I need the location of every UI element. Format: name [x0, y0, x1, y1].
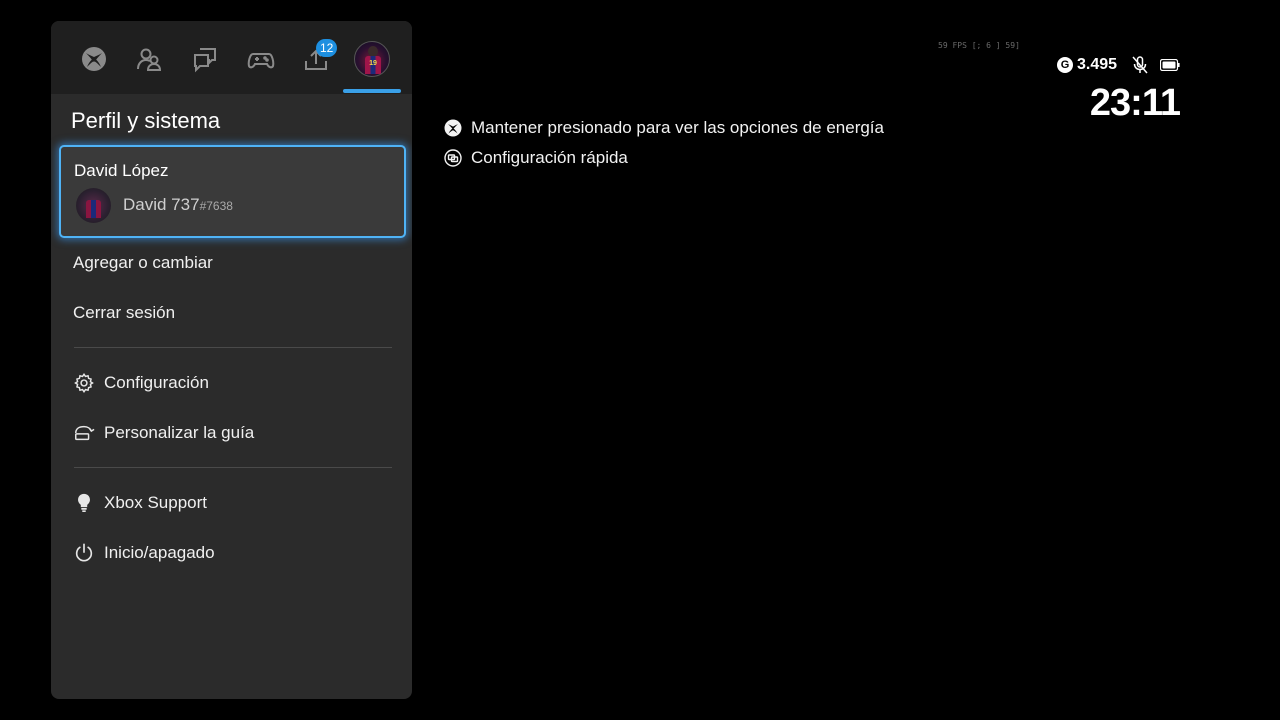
- lightbulb-icon: [73, 492, 95, 514]
- mic-muted-icon: [1130, 55, 1150, 75]
- menu-item-label: Xbox Support: [104, 493, 208, 512]
- guide-tab-bar: 12 19: [51, 21, 412, 94]
- gamerscore-value: 3.495: [1077, 56, 1118, 73]
- xbox-button-icon: [444, 119, 462, 137]
- customize-guide-icon: [73, 422, 95, 444]
- people-icon: [137, 48, 162, 71]
- battery-icon: [1160, 55, 1180, 75]
- divider: [74, 467, 392, 468]
- view-button-icon: [444, 149, 462, 167]
- hint-text: Configuración rápida: [471, 148, 628, 167]
- panel-title: Perfil y sistema: [71, 108, 221, 133]
- guide-panel: 12 19 Perfil y sistema David López David…: [51, 21, 412, 699]
- controller-icon: [247, 53, 275, 69]
- clock: 23:11: [1089, 82, 1181, 124]
- menu-item-label: Configuración: [104, 373, 209, 392]
- tab-home[interactable]: [74, 39, 114, 79]
- tab-captures[interactable]: 12: [296, 39, 338, 79]
- add-or-switch-button[interactable]: Agregar o cambiar: [73, 250, 213, 276]
- customize-guide-button[interactable]: Personalizar la guía: [73, 420, 254, 446]
- settings-button[interactable]: Configuración: [73, 370, 209, 396]
- tab-people[interactable]: [129, 39, 169, 79]
- tab-chat[interactable]: [185, 39, 225, 79]
- menu-item-label: Cerrar sesión: [73, 303, 176, 322]
- notification-badge: 12: [316, 39, 338, 57]
- gamertag: David 737#7638: [123, 195, 233, 215]
- tab-profile[interactable]: 19: [352, 39, 392, 79]
- sign-out-button[interactable]: Cerrar sesión: [73, 300, 175, 326]
- tab-controller[interactable]: [241, 39, 281, 79]
- xbox-logo-icon: [82, 47, 106, 71]
- gear-icon: [73, 372, 95, 394]
- hint-text: Mantener presionado para ver las opcione…: [471, 118, 884, 137]
- menu-item-label: Inicio/apagado: [104, 543, 215, 562]
- active-tab-indicator: [343, 89, 401, 93]
- gamertag-suffix: #7638: [199, 199, 233, 213]
- divider: [74, 347, 392, 348]
- menu-item-label: Personalizar la guía: [104, 423, 255, 442]
- power-hold-hint: Mantener presionado para ver las opcione…: [444, 117, 884, 139]
- profile-card[interactable]: David López David 737#7638: [59, 145, 406, 238]
- profile-avatar-icon: 19: [354, 41, 390, 77]
- avatar: [76, 188, 111, 223]
- power-button[interactable]: Inicio/apagado: [73, 540, 215, 566]
- fps-overlay: 59 FPS [; 6 ] 59]: [938, 41, 1020, 50]
- menu-item-label: Agregar o cambiar: [73, 253, 213, 272]
- gamertag-name: David 737: [123, 195, 200, 214]
- chat-icon: [194, 48, 216, 73]
- quick-settings-hint: Configuración rápida: [444, 147, 628, 169]
- xbox-support-button[interactable]: Xbox Support: [73, 490, 207, 516]
- profile-name: David López: [74, 161, 169, 180]
- gamerscore: G 3.495: [1057, 55, 1117, 75]
- gamerscore-icon: G: [1057, 57, 1073, 73]
- power-icon: [73, 542, 95, 564]
